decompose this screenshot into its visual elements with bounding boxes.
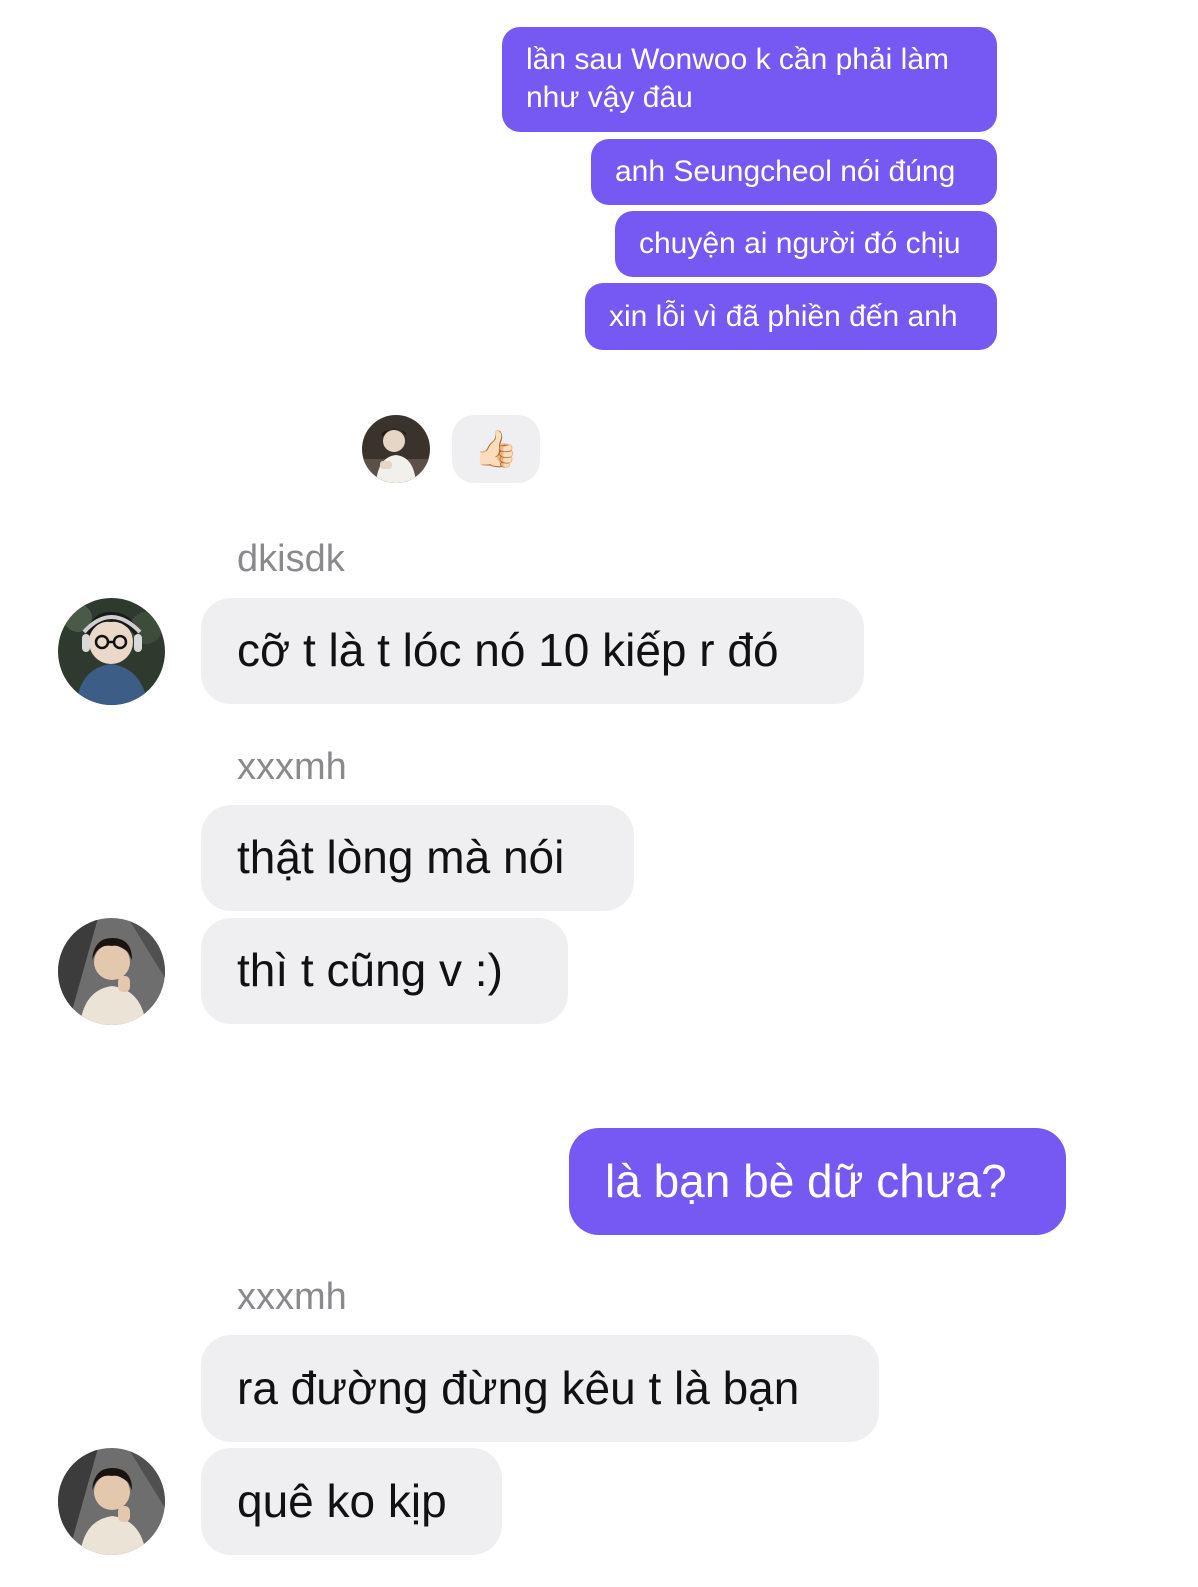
reaction-badge[interactable]: 👍🏻 (452, 415, 540, 483)
message-text: ra đường đừng kêu t là bạn (237, 1361, 800, 1414)
sender-avatar[interactable] (58, 918, 165, 1025)
message-text: xin lỗi vì đã phiền đến anh (609, 299, 958, 333)
outgoing-message-bubble[interactable]: chuyện ai người đó chịu (615, 211, 997, 277)
reactor-avatar[interactable] (362, 415, 430, 483)
message-text: là bạn bè dữ chưa? (605, 1154, 1007, 1207)
incoming-message-bubble[interactable]: ra đường đừng kêu t là bạn (201, 1335, 879, 1442)
sender-name: dkisdk (237, 538, 345, 580)
outgoing-message-bubble[interactable]: anh Seungcheol nói đúng (591, 139, 997, 205)
message-text: quê ko kịp (237, 1474, 447, 1527)
message-text: chuyện ai người đó chịu (639, 227, 961, 260)
outgoing-message-bubble[interactable]: lần sau Wonwoo k cần phải làm như vậy đâ… (502, 27, 997, 132)
incoming-message-bubble[interactable]: quê ko kịp (201, 1448, 502, 1555)
message-text: cỡ t là t lóc nó 10 kiếp r đó (237, 624, 779, 677)
thumbs-up-icon: 👍🏻 (473, 428, 519, 469)
incoming-message-bubble[interactable]: cỡ t là t lóc nó 10 kiếp r đó (201, 598, 864, 704)
message-text: thì t cũng v :) (237, 944, 503, 997)
outgoing-message-bubble[interactable]: xin lỗi vì đã phiền đến anh (585, 283, 997, 350)
message-text: anh Seungcheol nói đúng (615, 155, 956, 188)
sender-avatar[interactable] (58, 1448, 165, 1555)
sender-name: xxxmh (237, 1276, 347, 1318)
sender-avatar[interactable] (58, 598, 165, 705)
sender-name: xxxmh (237, 746, 347, 788)
outgoing-message-bubble[interactable]: là bạn bè dữ chưa? (569, 1128, 1066, 1235)
incoming-message-bubble[interactable]: thì t cũng v :) (201, 918, 568, 1024)
incoming-message-bubble[interactable]: thật lòng mà nói (201, 805, 634, 911)
message-text: thật lòng mà nói (237, 831, 565, 884)
message-text: lần sau Wonwoo k cần phải làm như vậy đâ… (526, 43, 950, 114)
